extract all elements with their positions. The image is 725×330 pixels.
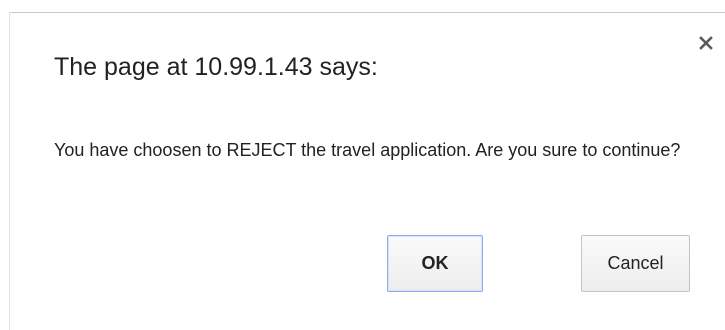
dialog-message: You have choosen to REJECT the travel ap… (54, 140, 681, 160)
close-button[interactable] (696, 33, 716, 53)
close-icon (699, 36, 713, 50)
alert-dialog: The page at 10.99.1.43 says: You have ch… (10, 12, 725, 330)
cancel-button[interactable]: Cancel (581, 235, 690, 292)
browser-page: The page at 10.99.1.43 says: You have ch… (0, 0, 725, 330)
dialog-title: The page at 10.99.1.43 says: (54, 53, 378, 81)
ok-button[interactable]: OK (387, 235, 483, 292)
